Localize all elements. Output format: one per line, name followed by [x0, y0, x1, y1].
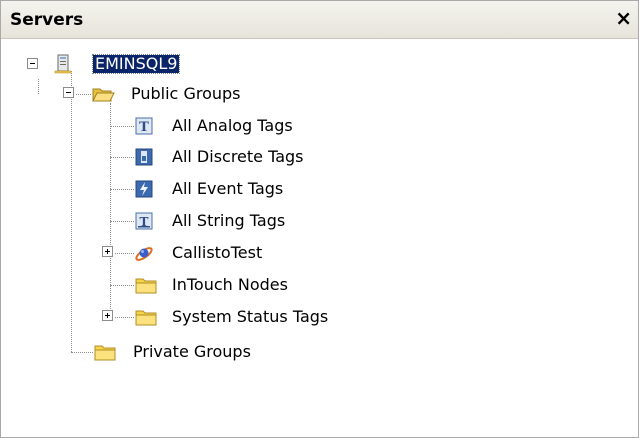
string-tag-icon: T — [135, 212, 153, 230]
panel-header: Servers × — [1, 1, 638, 39]
tree-node-public-groups-label: Public Groups — [131, 84, 241, 103]
server-icon — [54, 54, 72, 74]
tree-node-label: InTouch Nodes — [172, 275, 288, 294]
satellite-icon — [135, 247, 153, 261]
tree-node-all-discrete-tags[interactable]: All Discrete Tags — [134, 145, 354, 169]
tree-node-all-string-tags[interactable]: T All String Tags — [134, 209, 354, 233]
tree-node-private-groups[interactable]: Private Groups — [93, 340, 313, 364]
collapse-public-groups-toggle[interactable] — [63, 87, 74, 98]
tree-node-label: All String Tags — [172, 211, 286, 230]
tree-node-public-groups[interactable]: Public Groups — [91, 82, 291, 106]
tree-line — [115, 253, 134, 254]
tree-node-label: Private Groups — [133, 342, 251, 361]
discrete-tag-icon — [135, 148, 153, 166]
tree-line — [38, 79, 39, 94]
expand-callistotest-toggle[interactable] — [102, 246, 113, 257]
tree-line — [110, 189, 134, 190]
tree-line — [71, 71, 72, 352]
tree-node-label: CallistoTest — [172, 243, 263, 262]
folder-icon — [135, 310, 157, 326]
tree-line — [110, 221, 134, 222]
tree-node-intouch-nodes[interactable]: InTouch Nodes — [134, 273, 354, 297]
folder-icon — [94, 345, 116, 361]
panel-title: Servers — [10, 10, 84, 30]
tree-node-label: All Discrete Tags — [172, 147, 304, 166]
tree-node-system-status-tags[interactable]: System Status Tags — [134, 305, 374, 329]
tree-line — [110, 157, 134, 158]
tree-line — [71, 352, 93, 353]
tree-line — [110, 126, 134, 127]
tree-line — [76, 94, 91, 95]
tree-line — [115, 317, 134, 318]
tree-node-label: All Event Tags — [172, 179, 284, 198]
expand-system-status-toggle[interactable] — [102, 310, 113, 321]
svg-text:T: T — [139, 120, 149, 135]
tree-line — [110, 285, 134, 286]
tree-node-all-event-tags[interactable]: All Event Tags — [134, 177, 354, 201]
tree-line — [110, 103, 111, 321]
server-tree: EMINSQL9 Public Groups T All Analog Tags — [1, 41, 638, 437]
open-folder-icon — [92, 88, 115, 102]
tree-node-all-analog-tags[interactable]: T All Analog Tags — [134, 114, 354, 138]
tree-node-root-label: EMINSQL9 — [91, 54, 181, 74]
tree-node-root[interactable]: EMINSQL9 — [53, 52, 213, 76]
collapse-root-toggle[interactable] — [27, 58, 38, 69]
analog-tag-icon: T — [135, 117, 153, 135]
tree-node-label: All Analog Tags — [172, 116, 293, 135]
folder-icon — [135, 278, 157, 294]
tree-node-label: System Status Tags — [172, 307, 329, 326]
event-tag-icon — [135, 180, 153, 198]
tree-node-callistotest[interactable]: CallistoTest — [134, 241, 354, 265]
servers-panel: Servers × EMINSQL9 Public Groups T All A… — [0, 0, 639, 438]
close-icon[interactable]: × — [615, 7, 632, 29]
